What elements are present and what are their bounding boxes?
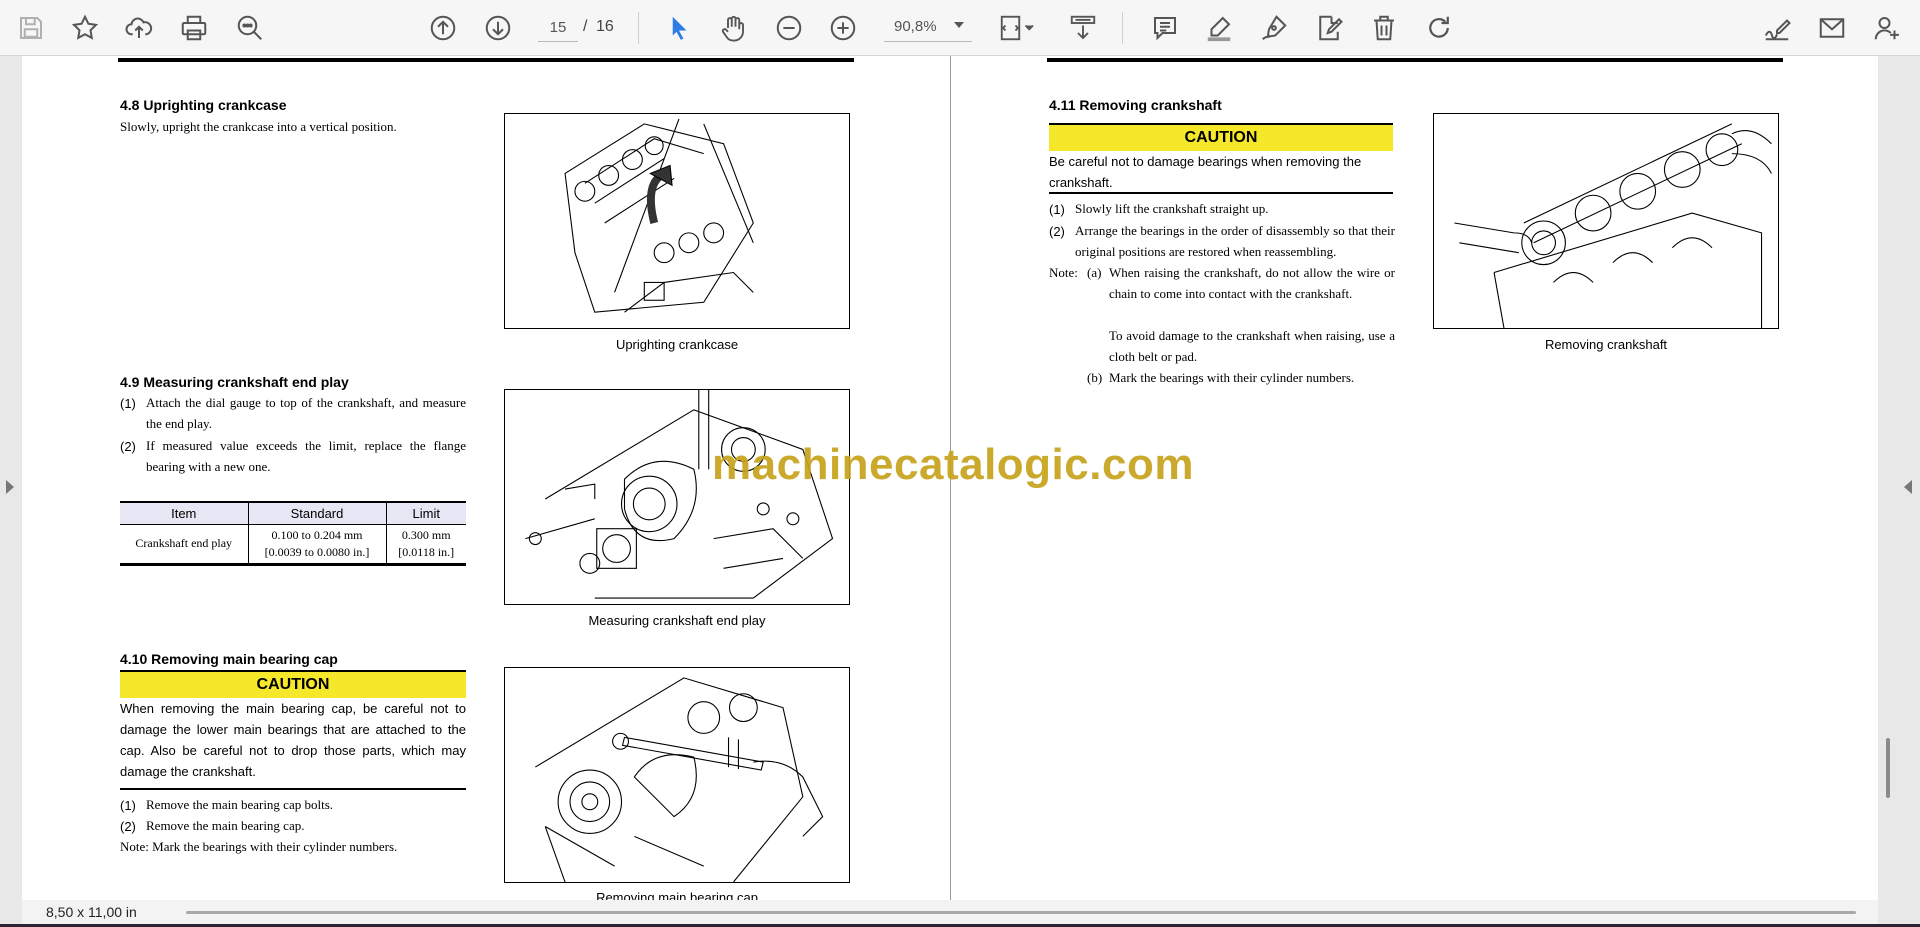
limit-mm: 0.300 mm	[401, 527, 451, 542]
figure-measuring-end-play	[504, 389, 850, 605]
note-a-label: (a)	[1087, 265, 1102, 280]
next-pane-arrow-icon[interactable]	[1904, 480, 1912, 494]
table-header-limit: Limit	[385, 501, 466, 525]
caution-rule	[1049, 192, 1393, 194]
step-number: (1)	[120, 396, 136, 411]
note-b-label: (b)	[1087, 370, 1103, 385]
figure-uprighting-crankcase	[504, 113, 850, 329]
caution-label: CAUTION	[1049, 123, 1393, 151]
document-viewer[interactable]: 4.8 Uprighting crankcase Slowly, upright…	[0, 56, 1920, 927]
zoom-dropdown[interactable]: 90,8%	[884, 14, 972, 42]
step-text: Remove the main bearing cap.	[146, 818, 305, 833]
comment-icon[interactable]	[1148, 11, 1182, 45]
header-rule	[1047, 58, 1783, 62]
table-header-item: Item	[120, 501, 248, 525]
page-separator: /	[583, 18, 588, 35]
table-cell-standard: 0.100 to 0.204 mm [0.0039 to 0.0080 in.]	[247, 524, 386, 566]
zoom-search-icon[interactable]	[233, 11, 267, 45]
note-b-text: Mark the bearings with their cylinder nu…	[1109, 370, 1355, 385]
note-label: Note:	[1049, 265, 1078, 280]
pen-icon[interactable]	[1257, 11, 1291, 45]
step-number: (2)	[1049, 224, 1065, 239]
toolbar-separator	[638, 12, 639, 44]
step-number: (2)	[120, 439, 136, 454]
arrow-up-circle-icon[interactable]	[426, 11, 460, 45]
figure-caption-4-9: Measuring crankshaft end play	[588, 613, 766, 628]
page-size-label: 8,50 x 11,00 in	[46, 904, 137, 920]
table-row: Crankshaft end play 0.100 to 0.204 mm [0.…	[120, 524, 466, 566]
minus-circle-icon[interactable]	[772, 11, 806, 45]
note-text: Note: Mark the bearings with their cylin…	[120, 839, 398, 854]
document-edit-icon[interactable]	[1312, 11, 1346, 45]
limit-in: [0.0118 in.]	[398, 544, 455, 559]
page-fit-icon[interactable]	[996, 11, 1040, 45]
section-heading-4-10: 4.10 Removing main bearing cap	[120, 651, 338, 667]
arrow-down-circle-icon[interactable]	[481, 11, 515, 45]
end-play-spec-table: Item Standard Limit Crankshaft end play …	[120, 501, 466, 566]
step-text: Attach the dial gauge to top of the cran…	[146, 395, 466, 431]
vertical-scrollbar[interactable]	[1886, 738, 1890, 798]
note-a-text-2: To avoid damage to the crankshaft when r…	[1109, 328, 1395, 364]
hand-icon[interactable]	[716, 11, 750, 45]
previous-pane-arrow-icon[interactable]	[6, 480, 14, 494]
save-icon[interactable]	[14, 11, 48, 45]
section-heading-4-9: 4.9 Measuring crankshaft end play	[120, 374, 349, 390]
horizontal-scrollbar[interactable]	[186, 911, 1856, 914]
section-heading-4-8: 4.8 Uprighting crankcase	[120, 97, 287, 113]
step-number: (1)	[120, 798, 136, 813]
caution-text: When removing the main bearing cap, be c…	[120, 701, 466, 779]
cloud-upload-icon[interactable]	[122, 11, 156, 45]
page-number-input[interactable]	[538, 14, 578, 42]
redo-icon[interactable]	[1422, 11, 1456, 45]
plus-circle-icon[interactable]	[826, 11, 860, 45]
table-cell-item: Crankshaft end play	[120, 524, 248, 566]
zoom-value: 90,8%	[894, 18, 937, 35]
figure-caption-4-8: Uprighting crankcase	[615, 337, 739, 352]
page-total: 16	[596, 18, 614, 35]
step-text: Slowly lift the crankshaft straight up.	[1075, 201, 1269, 216]
figure-caption-4-10: Removing main bearing cap	[596, 890, 758, 900]
standard-mm: 0.100 to 0.204 mm	[271, 527, 363, 542]
section-heading-4-11: 4.11 Removing crankshaft	[1049, 97, 1222, 113]
caution-label: CAUTION	[120, 670, 466, 698]
toolbar: / 16 90,8%	[0, 0, 1920, 56]
print-icon[interactable]	[177, 11, 211, 45]
step-text: If measured value exceeds the limit, rep…	[146, 438, 466, 474]
sign-icon[interactable]	[1760, 11, 1794, 45]
chevron-down-icon	[954, 22, 964, 28]
standard-in: [0.0039 to 0.0080 in.]	[264, 544, 370, 559]
figure-caption-4-11: Removing crankshaft	[1544, 337, 1668, 352]
step-number: (1)	[1049, 202, 1065, 217]
account-icon[interactable]	[1870, 11, 1904, 45]
note-a-text: When raising the crankshaft, do not allo…	[1109, 265, 1395, 301]
step-text: Arrange the bearings in the order of dis…	[1075, 223, 1395, 259]
section-text-4-8: Slowly, upright the crankcase into a ver…	[120, 119, 397, 134]
table-header-standard: Standard	[247, 501, 386, 525]
figure-removing-crankshaft	[1433, 113, 1779, 329]
step-text: Remove the main bearing cap bolts.	[146, 797, 334, 812]
caution-rule	[120, 788, 466, 790]
highlighter-icon[interactable]	[1202, 11, 1236, 45]
page-spread: 4.8 Uprighting crankcase Slowly, upright…	[22, 56, 1878, 900]
table-cell-limit: 0.300 mm [0.0118 in.]	[385, 524, 466, 566]
toolbar-separator	[1122, 12, 1123, 44]
scroll-mode-icon[interactable]	[1066, 11, 1100, 45]
star-icon[interactable]	[68, 11, 102, 45]
mail-icon[interactable]	[1815, 11, 1849, 45]
step-number: (2)	[120, 819, 136, 834]
caution-text: Be careful not to damage bearings when r…	[1049, 154, 1362, 190]
figure-removing-main-bearing-cap	[504, 667, 850, 883]
cursor-icon[interactable]	[662, 11, 696, 45]
table-header-row: Item Standard Limit	[120, 501, 466, 525]
watermark-text: machinecatalogic.com	[712, 440, 1194, 489]
status-bar: 8,50 x 11,00 in	[22, 900, 1878, 924]
header-rule	[118, 58, 854, 62]
trash-icon[interactable]	[1367, 11, 1401, 45]
